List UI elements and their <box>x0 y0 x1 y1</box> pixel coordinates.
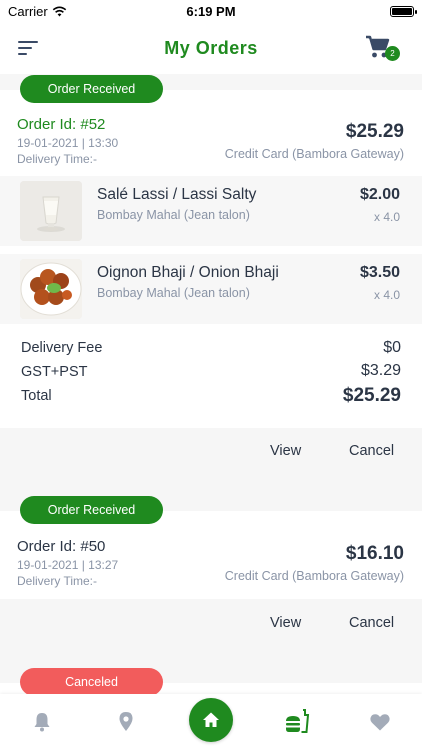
page-title: My Orders <box>164 38 258 58</box>
order-card: Order Id: #50 19-01-2021 | 13:27 Deliver… <box>0 511 422 599</box>
order-total: $25.29 <box>345 121 404 142</box>
cancel-order-button[interactable]: Cancel <box>349 615 394 631</box>
tax-value: $3.29 <box>360 362 401 379</box>
bell-icon <box>34 713 50 732</box>
order-id: Order Id: #52 <box>17 116 106 133</box>
tab-notifications[interactable] <box>30 710 54 734</box>
item-price: $2.00 <box>359 186 400 203</box>
item-name: Salé Lassi / Lassi Salty <box>97 186 257 203</box>
heart-icon <box>370 714 390 731</box>
payment-method: Credit Card (Bambora Gateway) <box>224 569 404 583</box>
cancel-order-button[interactable]: Cancel <box>349 443 394 459</box>
home-icon <box>203 712 219 727</box>
item-quantity: x 4.0 <box>373 288 400 302</box>
lassi-glass-image <box>20 181 82 241</box>
payment-method: Credit Card (Bambora Gateway) <box>224 147 404 161</box>
order-id: Order Id: #50 <box>17 538 106 555</box>
order-date: 19-01-2021 | 13:27 <box>17 558 119 572</box>
cart-button[interactable]: 2 <box>364 34 400 62</box>
tab-favorites[interactable] <box>368 710 392 734</box>
tab-location[interactable] <box>114 710 138 734</box>
location-pin-icon <box>119 712 133 731</box>
tab-menu[interactable] <box>283 707 311 735</box>
delivery-fee-value: $0 <box>383 339 401 356</box>
delivery-time: Delivery Time:- <box>17 152 98 166</box>
order-status-badge: Order Received <box>20 75 163 103</box>
order-total: $16.10 <box>345 543 404 564</box>
order-status-badge: Order Received <box>20 496 163 524</box>
view-order-button[interactable]: View <box>270 615 301 631</box>
total-value: $25.29 <box>342 385 401 406</box>
total-label: Total <box>21 388 52 404</box>
clock: 6:19 PM <box>186 4 236 19</box>
item-quantity: x 4.0 <box>373 210 400 224</box>
tab-bar <box>0 694 422 750</box>
battery-icon <box>390 6 417 17</box>
cart-count-badge: 2 <box>385 46 400 61</box>
order-date: 19-01-2021 | 13:30 <box>17 136 119 150</box>
item-name: Oignon Bhaji / Onion Bhaji <box>97 264 279 281</box>
tab-home[interactable] <box>189 698 233 742</box>
item-restaurant: Bombay Mahal (Jean talon) <box>97 208 250 222</box>
delivery-fee-label: Delivery Fee <box>21 340 103 356</box>
onion-bhaji-plate-image <box>20 259 82 319</box>
status-bar: Carrier 6:19 PM <box>0 0 422 24</box>
nav-bar: My Orders 2 <box>0 24 422 74</box>
list-item[interactable]: Salé Lassi / Lassi Salty Bombay Mahal (J… <box>0 176 422 246</box>
order-status-badge: Canceled <box>20 668 163 694</box>
orders-list[interactable]: Order Received Order Id: #52 19-01-2021 … <box>0 74 422 694</box>
order-card: Order Id: #52 19-01-2021 | 13:30 Deliver… <box>0 90 422 428</box>
item-restaurant: Bombay Mahal (Jean talon) <box>97 286 250 300</box>
view-order-button[interactable]: View <box>270 443 301 459</box>
tax-label: GST+PST <box>21 364 88 380</box>
item-price: $3.50 <box>359 264 400 281</box>
fast-food-icon <box>286 709 310 733</box>
list-item[interactable]: Oignon Bhaji / Onion Bhaji Bombay Mahal … <box>0 254 422 324</box>
delivery-time: Delivery Time:- <box>17 574 98 588</box>
